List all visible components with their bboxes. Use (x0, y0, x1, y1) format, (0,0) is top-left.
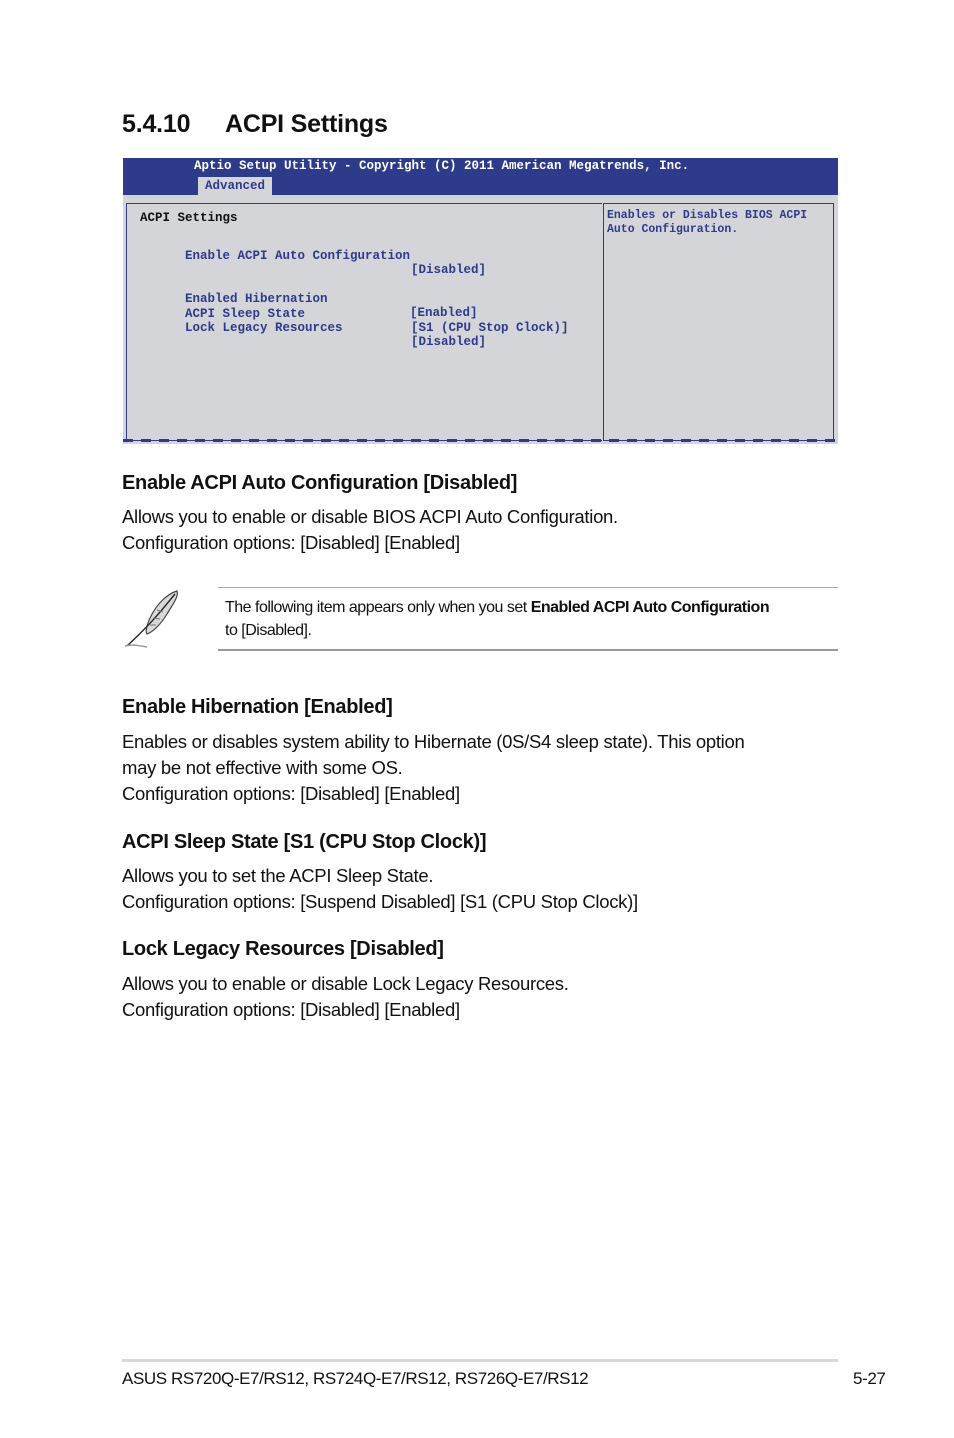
section-title: 5.4.10 ACPI Settings (122, 110, 388, 139)
item-description: Allows you to enable or disable Lock Leg… (122, 971, 569, 1023)
note-text-plain: to [Disabled]. (225, 622, 312, 639)
bios-title-bar: Aptio Setup Utility - Copyright (C) 2011… (194, 159, 690, 173)
bios-help-text: Enables or Disables BIOS ACPI Auto Confi… (607, 209, 807, 237)
bios-item-label: Enable ACPI Auto Configuration (185, 249, 411, 263)
desc-line: Enables or disables system ability to Hi… (122, 731, 745, 752)
item-heading-hibernation: Enable Hibernation [Enabled] (122, 696, 393, 718)
bios-header: Aptio Setup Utility - Copyright (C) 2011… (123, 158, 838, 195)
bios-item-value: [Disabled] (411, 335, 487, 349)
bios-screenshot: Aptio Setup Utility - Copyright (C) 2011… (123, 158, 838, 444)
tab-advanced[interactable]: Advanced (198, 177, 273, 195)
desc-line: Allows you to enable or disable Lock Leg… (122, 973, 569, 994)
note-text-bold: Enabled ACPI Auto Configuration (530, 599, 770, 616)
desc-line: Allows you to enable or disable BIOS ACP… (122, 506, 618, 527)
bios-cut-line (123, 439, 838, 442)
note-divider-bottom (218, 649, 838, 651)
desc-line: may be not effective with some OS. (122, 757, 403, 778)
section-title-text: ACPI Settings (225, 110, 388, 138)
bios-item-value: [Enabled] (410, 306, 478, 320)
desc-line: Allows you to set the ACPI Sleep State. (122, 865, 434, 886)
bios-item-value: [Disabled] (411, 263, 487, 277)
bios-panel-heading: ACPI Settings (140, 211, 238, 225)
section-number: 5.4.10 (122, 110, 191, 138)
item-heading-acpi-auto-config: Enable ACPI Auto Configuration [Disabled… (122, 472, 518, 494)
help-line: Enables or Disables BIOS ACPI (607, 209, 808, 222)
bios-item-lock-legacy[interactable]: Lock Legacy Resources [Disabled] (140, 307, 486, 363)
footer-product: ASUS RS720Q-E7/RS12, RS724Q-E7/RS12, RS7… (122, 1369, 589, 1388)
footer-divider (122, 1359, 838, 1362)
bios-help-panel: Enables or Disables BIOS ACPI Auto Confi… (603, 203, 834, 441)
item-description: Enables or disables system ability to Hi… (122, 729, 745, 807)
desc-line: Configuration options: [Disabled] [Enabl… (122, 532, 460, 553)
page-number: 5-27 (853, 1369, 886, 1388)
desc-line: Configuration options: [Disabled] [Enabl… (122, 783, 460, 804)
desc-line: Configuration options: [Suspend Disabled… (122, 891, 638, 912)
item-description: Allows you to enable or disable BIOS ACP… (122, 504, 618, 556)
note-text-plain: The following item appears only when you… (225, 599, 531, 616)
feather-pen-icon (123, 588, 185, 650)
bios-main-panel: ACPI Settings Enable ACPI Auto Configura… (126, 203, 602, 441)
item-heading-lock-legacy: Lock Legacy Resources [Disabled] (122, 938, 444, 960)
item-heading-sleep-state: ACPI Sleep State [S1 (CPU Stop Clock)] (122, 831, 487, 853)
bios-item-label: Lock Legacy Resources (185, 321, 343, 335)
desc-line: Configuration options: [Disabled] [Enabl… (122, 999, 460, 1020)
bios-item-value: [S1 (CPU Stop Clock)] (411, 321, 569, 335)
item-description: Allows you to set the ACPI Sleep State. C… (122, 863, 638, 915)
help-line: Auto Configuration. (607, 223, 739, 236)
note-divider-top (218, 587, 838, 588)
note-text: The following item appears only when you… (225, 596, 845, 642)
